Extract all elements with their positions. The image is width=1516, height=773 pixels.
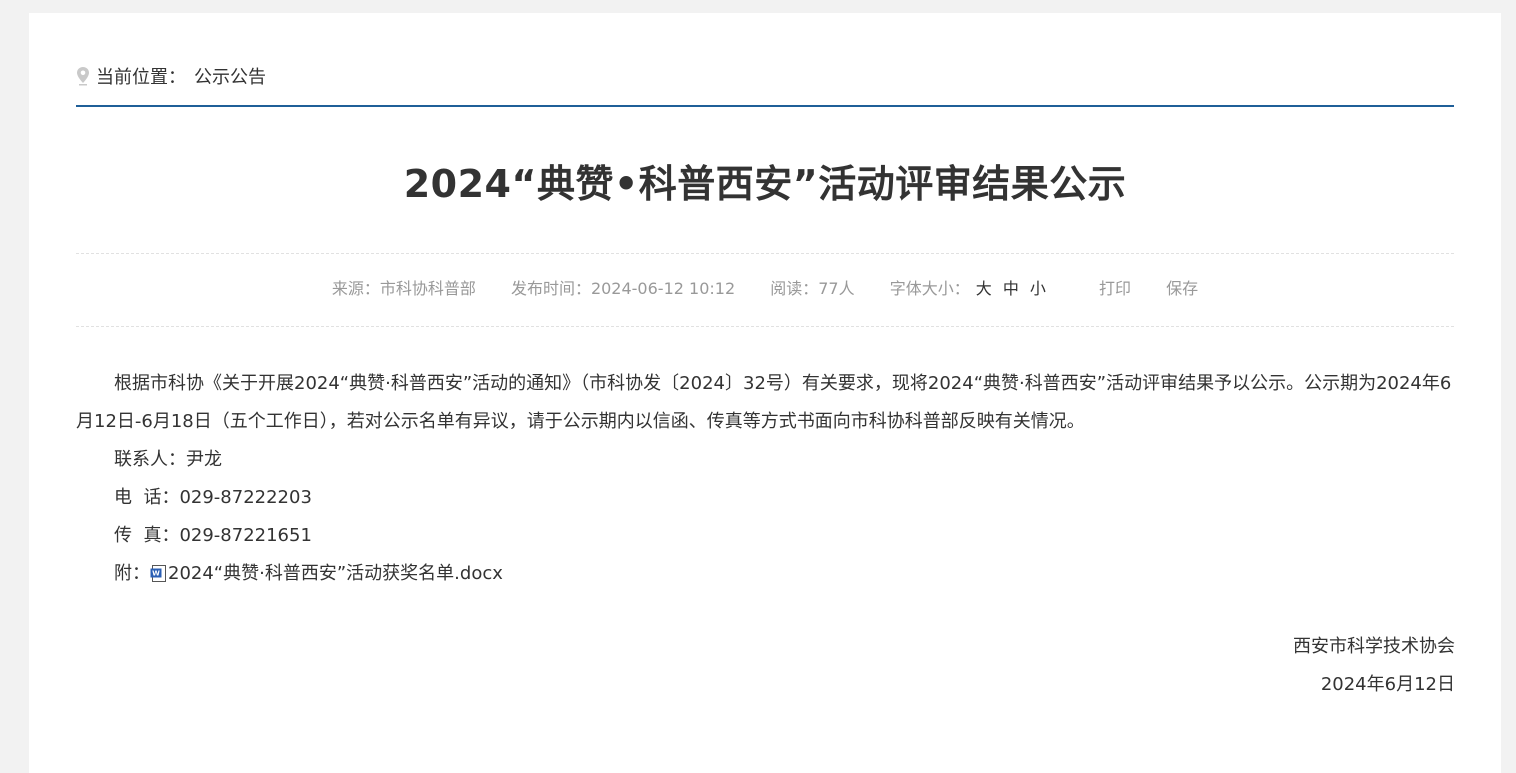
signature-org: 西安市科学技术协会 [1293,636,1455,657]
attachment-line: 附： W 2024“典赞·科普西安”活动获奖名单.docx [76,555,1454,593]
meta-published: 发布时间：2024-06-12 10:12 [510,279,736,298]
font-size-control: 字体大小： 大 中 小 [890,279,1069,298]
breadcrumb-current[interactable]: 公示公告 [194,63,266,89]
font-size-medium-button[interactable]: 中 [1003,279,1022,298]
header-divider [76,105,1454,107]
breadcrumb-label: 当前位置： [96,67,186,88]
svg-text:W: W [152,570,160,578]
article-meta: 来源：市科协科普部 发布时间：2024-06-12 10:12 阅读：77人 字… [76,275,1454,299]
signature-date: 2024年6月12日 [1320,674,1455,695]
font-size-small-button[interactable]: 小 [1030,279,1049,298]
word-doc-icon: W [150,565,166,582]
location-pin-icon [77,67,89,86]
meta-reads: 阅读：77人 [770,279,855,298]
meta-bottom-divider [76,326,1454,327]
save-button[interactable]: 保存 [1166,279,1198,298]
phone-line: 电 话：029-87222203 [114,487,312,508]
attachment-link[interactable]: 2024“典赞·科普西安”活动获奖名单.docx [168,563,503,584]
breadcrumb: 当前位置： 公示公告 [76,63,266,89]
print-button[interactable]: 打印 [1099,279,1131,298]
signature-block: 西安市科学技术协会 2024年6月12日 [1293,628,1455,704]
fax-line: 传 真：029-87221651 [114,525,312,546]
meta-source: 来源：市科协科普部 [331,279,476,298]
contact-line: 联系人：尹龙 [114,449,222,470]
article-body: 根据市科协《关于开展2024“典赞·科普西安”活动的通知》（市科协发〔2024〕… [76,365,1454,593]
font-size-large-button[interactable]: 大 [976,279,995,298]
font-size-label: 字体大小： [889,279,970,298]
attachment-label: 附： [114,563,150,584]
meta-top-divider [76,253,1454,254]
article-card: 当前位置： 公示公告 2024“典赞•科普西安”活动评审结果公示 来源：市科协科… [29,13,1501,773]
body-paragraph: 根据市科协《关于开展2024“典赞·科普西安”活动的通知》（市科协发〔2024〕… [76,373,1452,432]
article-title: 2024“典赞•科普西安”活动评审结果公示 [403,162,1127,206]
